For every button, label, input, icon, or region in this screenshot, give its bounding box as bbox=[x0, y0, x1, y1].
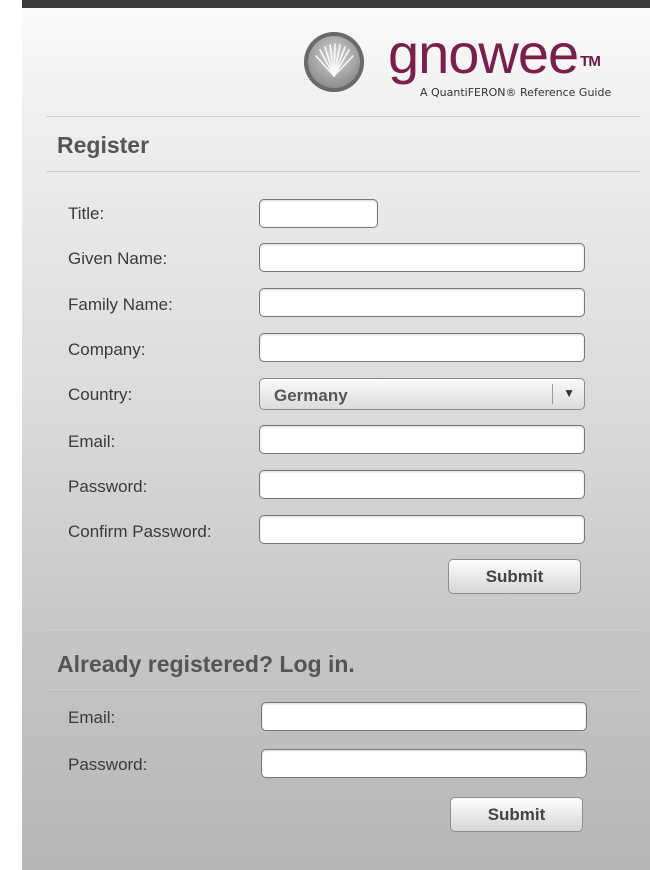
divider bbox=[46, 629, 640, 630]
title-input[interactable] bbox=[259, 199, 378, 228]
login-email-input[interactable] bbox=[261, 702, 587, 731]
divider bbox=[46, 171, 640, 172]
given-name-input[interactable] bbox=[259, 243, 585, 272]
select-separator bbox=[552, 384, 553, 404]
confirm-password-input[interactable] bbox=[259, 515, 585, 544]
page-frame: gnowee TM A QuantiFERON® Reference Guide … bbox=[22, 0, 650, 870]
email-input[interactable] bbox=[259, 425, 585, 454]
country-selected-value: Germany bbox=[274, 386, 348, 405]
login-submit-button[interactable]: Submit bbox=[450, 797, 583, 832]
title-label: Title: bbox=[68, 204, 105, 223]
email-label: Email: bbox=[68, 432, 116, 451]
sunburst-logo-icon bbox=[304, 32, 364, 92]
login-email-label: Email: bbox=[68, 708, 116, 727]
family-name-label: Family Name: bbox=[68, 295, 173, 314]
brand-logo-text: gnowee TM bbox=[388, 22, 601, 85]
password-label: Password: bbox=[68, 477, 148, 496]
login-password-input[interactable] bbox=[261, 749, 587, 778]
family-name-input[interactable] bbox=[259, 288, 585, 317]
given-name-label: Given Name: bbox=[68, 249, 168, 268]
divider bbox=[46, 689, 640, 690]
brand-tagline: A QuantiFERON® Reference Guide bbox=[420, 86, 612, 99]
login-heading: Already registered? Log in. bbox=[57, 651, 355, 677]
country-label: Country: bbox=[68, 385, 133, 404]
company-input[interactable] bbox=[259, 333, 585, 362]
login-password-label: Password: bbox=[68, 755, 148, 774]
confirm-password-label: Confirm Password: bbox=[68, 522, 212, 541]
password-input[interactable] bbox=[259, 470, 585, 499]
country-select[interactable]: Germany ▼ bbox=[259, 378, 585, 410]
company-label: Company: bbox=[68, 340, 146, 359]
triangle-down-icon[interactable]: ▼ bbox=[563, 386, 575, 400]
register-heading: Register bbox=[57, 132, 150, 158]
register-submit-button[interactable]: Submit bbox=[448, 559, 581, 594]
divider bbox=[46, 116, 640, 117]
